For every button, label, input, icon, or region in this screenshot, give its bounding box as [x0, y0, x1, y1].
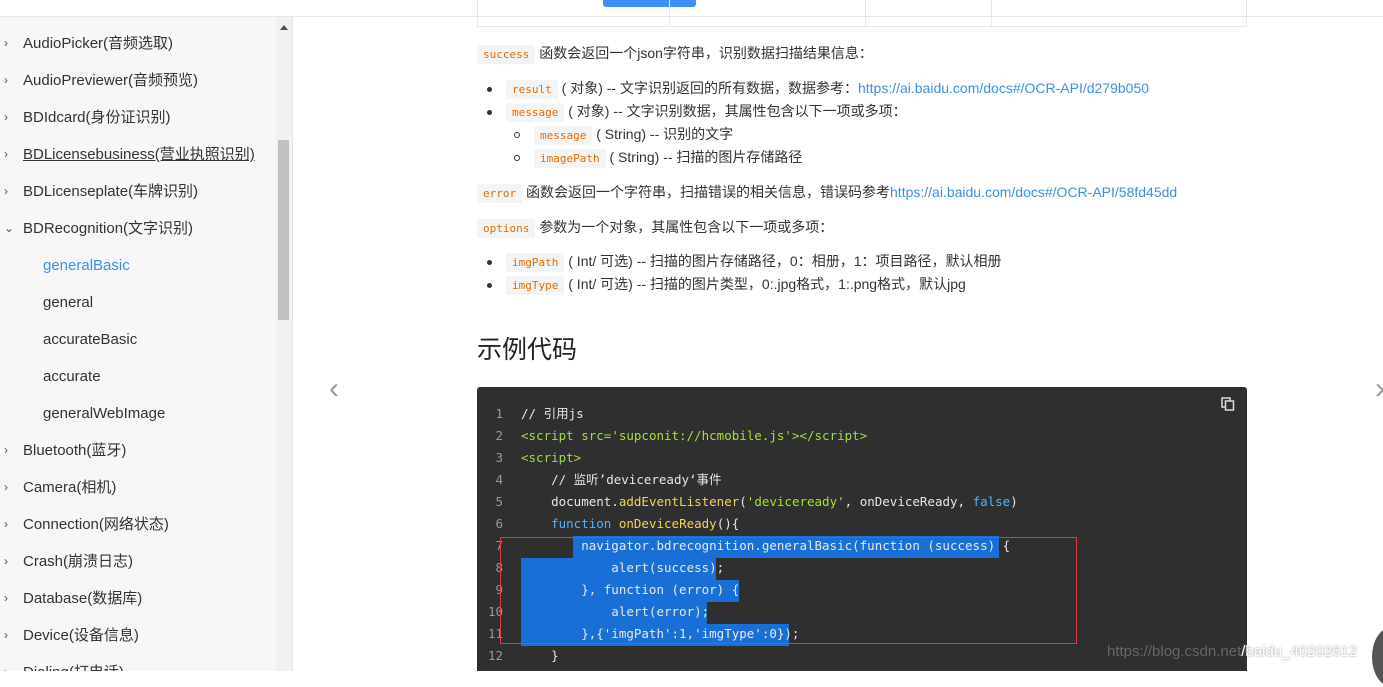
sidebar-item-label: AudioPreviewer(音频预览) — [23, 72, 199, 89]
chevron-down-icon: ⌄ — [4, 221, 15, 235]
code-text: <script src='supconit://hcmobile.js'></s… — [521, 428, 868, 443]
table-divider — [991, 0, 992, 27]
line-number: 4 — [495, 472, 503, 487]
floating-action-button[interactable] — [1372, 627, 1383, 687]
bullet-icon — [487, 282, 492, 288]
sidebar-item-label: Database(数据库) — [23, 590, 143, 607]
line-number: 1 — [495, 406, 503, 421]
chevron-right-icon: › — [4, 591, 8, 605]
list-item: result ( 对象) -- 文字识别返回的所有数据，数据参考：https:/… — [487, 78, 1149, 99]
sidebar-item-label: generalWebImage — [43, 405, 166, 422]
imagepath-text: ( String) -- 扫描的图片存储路径 — [609, 149, 803, 165]
message-code: message — [506, 103, 565, 122]
line-number: 2 — [495, 428, 503, 443]
bullet-icon — [487, 109, 492, 115]
chevron-right-icon: › — [4, 73, 8, 87]
line-number: 12 — [487, 648, 503, 663]
success-description: success 函数会返回一个json字符串，识别数据扫描结果信息： — [477, 43, 873, 64]
list-item: message ( 对象) -- 文字识别数据，其属性包含以下一项或多项： — [487, 101, 907, 122]
params-table-bottom — [477, 0, 1247, 27]
sidebar-scrollbar[interactable] — [276, 17, 292, 671]
table-divider — [669, 0, 670, 27]
imgtype-code: imgType — [506, 276, 565, 295]
code-text: } — [521, 648, 559, 663]
success-code: success — [477, 45, 536, 64]
error-description: error 函数会返回一个字符串，扫描错误的相关信息，错误码参考https://… — [477, 182, 1177, 203]
sidebar-item-label: Camera(相机) — [23, 479, 117, 496]
sidebar-item-label: Device(设备信息) — [23, 627, 139, 644]
scrollbar-thumb[interactable] — [278, 140, 289, 320]
chevron-right-icon: › — [4, 36, 8, 50]
success-text: 函数会返回一个json字符串，识别数据扫描结果信息： — [539, 45, 873, 61]
chevron-right-icon: › — [4, 184, 8, 198]
code-text: document.addEventListener('deviceready',… — [521, 494, 1018, 509]
table-divider — [865, 0, 866, 27]
sidebar-item-label: BDLicensebusiness(营业执照识别) — [23, 146, 255, 163]
sidebar-item-label: accurate — [43, 368, 101, 385]
line-number: 3 — [495, 450, 503, 465]
chevron-right-icon: › — [4, 654, 18, 671]
sidebar-item-label: general — [43, 294, 94, 311]
error-code: error — [477, 184, 523, 203]
prev-page-icon[interactable]: ‹ — [329, 372, 339, 406]
list-item: imgPath ( Int/ 可选) -- 扫描的图片存储路径，0：相册，1：项… — [487, 251, 1002, 272]
chevron-right-icon: › — [4, 554, 8, 568]
sub-message-text: ( String) -- 识别的文字 — [596, 126, 734, 142]
result-doc-link[interactable]: https://ai.baidu.com/docs#/OCR-API/d279b… — [858, 80, 1149, 96]
bullet-icon — [514, 155, 520, 162]
annotation-box — [500, 537, 1077, 644]
watermark-prefix: https://blog.csdn.net — [1107, 643, 1242, 660]
sidebar-nav: › AudioPicker(音频选取) › AudioPreviewer(音频预览)… — [0, 17, 293, 671]
watermark-suffix: /baidu_40202612 — [1241, 643, 1358, 660]
sidebar-item-label: Crash(崩溃日志) — [23, 553, 134, 570]
next-page-icon[interactable]: › — [1375, 372, 1383, 406]
result-code: result — [506, 80, 558, 99]
bullet-icon — [487, 86, 492, 92]
sidebar-item-label: BDRecognition(文字识别) — [23, 220, 194, 237]
result-text: ( 对象) -- 文字识别返回的所有数据，数据参考： — [561, 80, 858, 96]
chevron-right-icon: › — [4, 628, 8, 642]
message-text: ( 对象) -- 文字识别数据，其属性包含以下一项或多项： — [568, 103, 907, 119]
sidebar-item-label: Dialing(打电话) — [23, 654, 124, 671]
code-text: <script> — [521, 450, 582, 465]
section-title: 示例代码 — [477, 336, 578, 364]
list-item: imgType ( Int/ 可选) -- 扫描的图片类型，0:.jpg格式，1… — [487, 274, 966, 295]
copy-icon[interactable] — [1221, 397, 1235, 411]
bullet-icon — [514, 132, 520, 139]
chevron-right-icon: › — [4, 147, 8, 161]
sidebar-item-label: Connection(网络状态) — [23, 516, 169, 533]
code-text: function onDeviceReady(){ — [551, 516, 740, 531]
error-doc-link[interactable]: https://ai.baidu.com/docs#/OCR-API/58fd4… — [890, 184, 1177, 200]
chevron-right-icon: › — [4, 517, 8, 531]
sidebar-item-label: BDIdcard(身份证识别) — [23, 109, 171, 126]
chevron-right-icon: › — [4, 480, 8, 494]
code-text: // 监听’deviceready‘事件 — [551, 472, 722, 487]
chevron-right-icon: › — [4, 443, 8, 457]
sidebar-item-label: generalBasic — [43, 257, 130, 274]
watermark: https://blog.csdn.net/baidu_40202612 — [1107, 643, 1357, 660]
imgtype-text: ( Int/ 可选) -- 扫描的图片类型，0:.jpg格式，1:.png格式，… — [568, 276, 966, 292]
sub-message-code: message — [534, 126, 593, 145]
sidebar-item-label: BDLicenseplate(车牌识别) — [23, 183, 199, 200]
scroll-up-icon[interactable] — [280, 25, 288, 30]
imgpath-text: ( Int/ 可选) -- 扫描的图片存储路径，0：相册，1：项目路径，默认相册 — [568, 253, 1002, 269]
sidebar-item-label: Bluetooth(蓝牙) — [23, 442, 127, 459]
sidebar-item-label: accurateBasic — [43, 331, 138, 348]
error-text: 函数会返回一个字符串，扫描错误的相关信息，错误码参考 — [526, 184, 891, 200]
options-description: options 参数为一个对象，其属性包含以下一项或多项： — [477, 217, 834, 238]
line-number: 6 — [495, 516, 503, 531]
sidebar-item-label: AudioPicker(音频选取) — [23, 35, 174, 52]
imgpath-code: imgPath — [506, 253, 565, 272]
chevron-right-icon: › — [4, 110, 8, 124]
options-text: 参数为一个对象，其属性包含以下一项或多项： — [539, 219, 834, 235]
line-number: 5 — [495, 494, 503, 509]
code-text: // 引用js — [521, 406, 584, 421]
list-item: imagePath ( String) -- 扫描的图片存储路径 — [514, 147, 803, 168]
imagepath-code: imagePath — [534, 149, 606, 168]
list-item: message ( String) -- 识别的文字 — [514, 124, 734, 145]
bullet-icon — [487, 259, 492, 265]
options-code: options — [477, 219, 536, 238]
